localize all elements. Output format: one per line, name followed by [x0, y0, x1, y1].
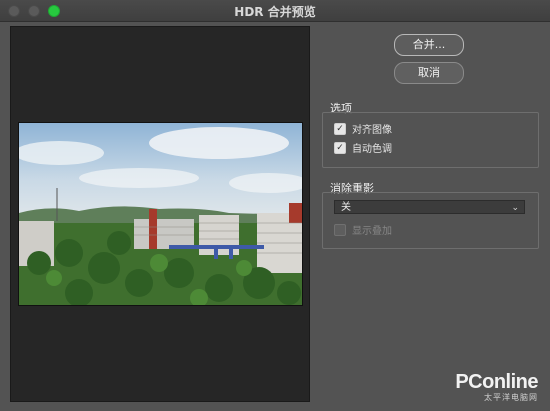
watermark: PConline 太平洋电脑网: [455, 371, 538, 403]
auto-tone-label: 自动色调: [352, 144, 392, 155]
title-bar: HDR 合并预览: [0, 0, 550, 22]
window-title: HDR 合并预览: [234, 5, 316, 19]
merge-button[interactable]: 合并...: [394, 34, 464, 56]
align-images-label: 对齐图像: [352, 125, 392, 136]
align-images-checkbox[interactable]: ✓: [334, 122, 346, 135]
ghost-removal-select[interactable]: 关 ⌄: [334, 200, 525, 214]
auto-tone-checkbox[interactable]: ✓: [334, 141, 346, 154]
chevron-down-icon: ⌄: [511, 203, 519, 213]
preview-panel: [10, 26, 310, 402]
hdr-preview-image: [18, 122, 303, 306]
campus-photo: [19, 123, 302, 305]
cancel-button[interactable]: 取消: [394, 62, 464, 84]
show-overlay-label: 显示叠加: [352, 226, 392, 237]
auto-tone-option[interactable]: ✓ 自动色调: [334, 140, 392, 155]
align-images-option[interactable]: ✓ 对齐图像: [334, 121, 392, 136]
show-overlay-checkbox: [334, 223, 346, 236]
watermark-logo: PConline: [455, 371, 538, 393]
show-overlay-option: 显示叠加: [334, 222, 392, 237]
ghost-removal-value: 关: [341, 202, 351, 213]
